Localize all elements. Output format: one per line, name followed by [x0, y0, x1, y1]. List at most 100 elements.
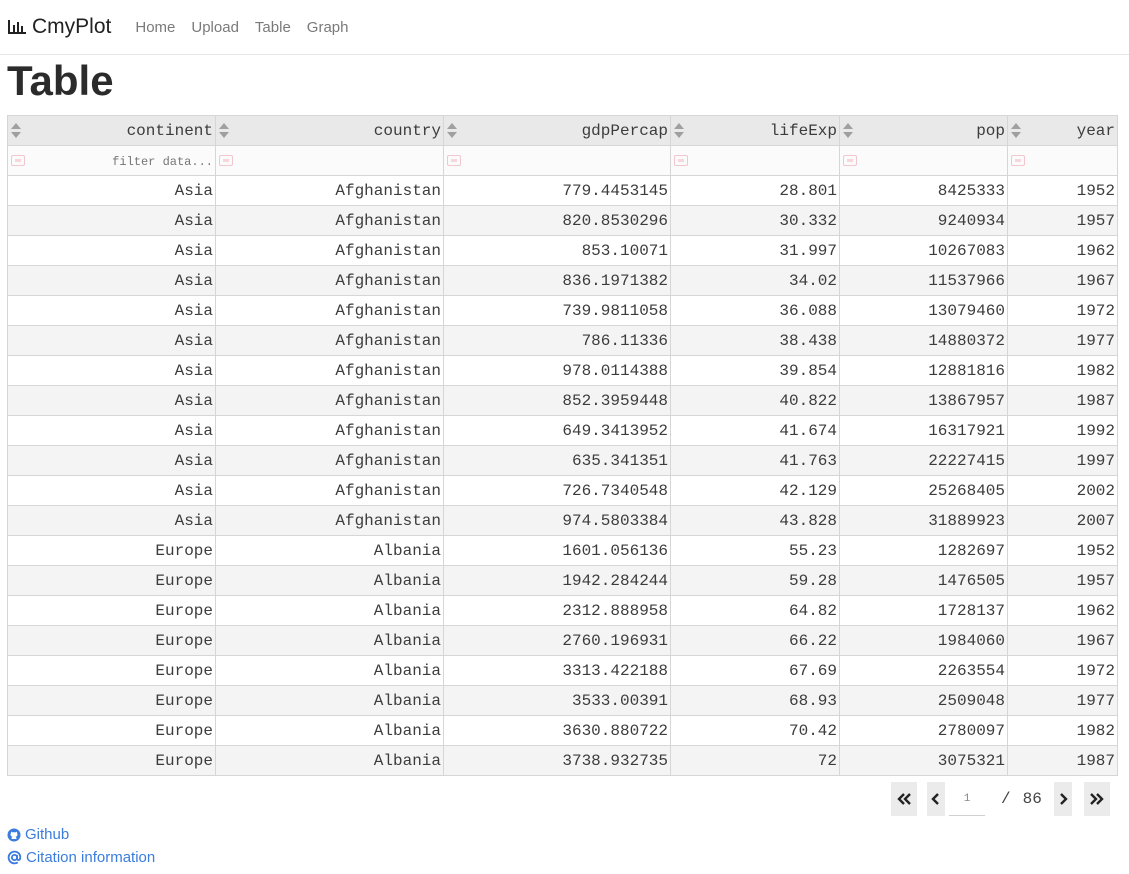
table-cell-lifeExp[interactable]: 41.674: [670, 415, 840, 446]
table-cell-continent[interactable]: Europe: [7, 685, 216, 716]
table-cell-pop[interactable]: 1476505: [839, 565, 1008, 596]
table-cell-gdpPercap[interactable]: 978.0114388: [443, 355, 671, 386]
table-cell-gdpPercap[interactable]: 852.3959448: [443, 385, 671, 416]
table-cell-lifeExp[interactable]: 42.129: [670, 475, 840, 506]
table-cell-gdpPercap[interactable]: 3630.880722: [443, 715, 671, 746]
table-cell-gdpPercap[interactable]: 3313.422188: [443, 655, 671, 686]
table-cell-gdpPercap[interactable]: 739.9811058: [443, 295, 671, 326]
table-cell-pop[interactable]: 13867957: [839, 385, 1008, 416]
table-cell-pop[interactable]: 11537966: [839, 265, 1008, 296]
sort-icon[interactable]: [446, 122, 458, 139]
table-cell-pop[interactable]: 16317921: [839, 415, 1008, 446]
column-header-lifeExp[interactable]: lifeExp: [670, 115, 840, 146]
table-cell-country[interactable]: Afghanistan: [215, 415, 444, 446]
table-cell-year[interactable]: 1972: [1007, 295, 1118, 326]
table-cell-year[interactable]: 1992: [1007, 415, 1118, 446]
table-cell-year[interactable]: 2007: [1007, 505, 1118, 536]
page-number-input[interactable]: [949, 782, 985, 816]
sort-icon[interactable]: [673, 122, 685, 139]
table-cell-lifeExp[interactable]: 55.23: [670, 535, 840, 566]
table-cell-year[interactable]: 1977: [1007, 325, 1118, 356]
table-cell-country[interactable]: Albania: [215, 535, 444, 566]
table-cell-gdpPercap[interactable]: 1601.056136: [443, 535, 671, 566]
table-cell-country[interactable]: Afghanistan: [215, 445, 444, 476]
table-cell-lifeExp[interactable]: 68.93: [670, 685, 840, 716]
table-cell-continent[interactable]: Asia: [7, 265, 216, 296]
table-cell-continent[interactable]: Asia: [7, 295, 216, 326]
table-cell-country[interactable]: Afghanistan: [215, 175, 444, 206]
table-cell-year[interactable]: 1967: [1007, 625, 1118, 656]
table-cell-lifeExp[interactable]: 64.82: [670, 595, 840, 626]
filter-input-country[interactable]: [261, 154, 441, 169]
table-cell-continent[interactable]: Asia: [7, 205, 216, 236]
table-cell-lifeExp[interactable]: 59.28: [670, 565, 840, 596]
table-cell-gdpPercap[interactable]: 786.11336: [443, 325, 671, 356]
table-cell-year[interactable]: 1987: [1007, 745, 1118, 776]
table-cell-continent[interactable]: Asia: [7, 355, 216, 386]
table-cell-year[interactable]: 1952: [1007, 535, 1118, 566]
table-cell-year[interactable]: 1982: [1007, 715, 1118, 746]
table-cell-continent[interactable]: Europe: [7, 595, 216, 626]
table-cell-pop[interactable]: 14880372: [839, 325, 1008, 356]
filter-input-lifeExp[interactable]: [671, 154, 839, 169]
citation-link[interactable]: Citation information: [7, 846, 155, 869]
table-cell-country[interactable]: Afghanistan: [215, 355, 444, 386]
table-cell-year[interactable]: 1962: [1007, 235, 1118, 266]
table-cell-gdpPercap[interactable]: 3533.00391: [443, 685, 671, 716]
table-cell-pop[interactable]: 8425333: [839, 175, 1008, 206]
table-cell-continent[interactable]: Europe: [7, 745, 216, 776]
table-cell-country[interactable]: Afghanistan: [215, 295, 444, 326]
table-cell-gdpPercap[interactable]: 2312.888958: [443, 595, 671, 626]
column-header-continent[interactable]: continent: [7, 115, 216, 146]
table-cell-continent[interactable]: Europe: [7, 535, 216, 566]
table-cell-lifeExp[interactable]: 66.22: [670, 625, 840, 656]
table-cell-pop[interactable]: 13079460: [839, 295, 1008, 326]
column-header-country[interactable]: country: [215, 115, 444, 146]
column-header-gdpPercap[interactable]: gdpPercap: [443, 115, 671, 146]
table-cell-year[interactable]: 1967: [1007, 265, 1118, 296]
table-cell-year[interactable]: 2002: [1007, 475, 1118, 506]
table-cell-gdpPercap[interactable]: 853.10071: [443, 235, 671, 266]
nav-graph[interactable]: Graph: [307, 19, 349, 36]
table-cell-gdpPercap[interactable]: 974.5803384: [443, 505, 671, 536]
table-cell-lifeExp[interactable]: 67.69: [670, 655, 840, 686]
table-cell-pop[interactable]: 1728137: [839, 595, 1008, 626]
table-cell-year[interactable]: 1972: [1007, 655, 1118, 686]
next-page-button[interactable]: [1053, 782, 1072, 816]
table-cell-country[interactable]: Afghanistan: [215, 385, 444, 416]
table-cell-pop[interactable]: 9240934: [839, 205, 1008, 236]
table-cell-lifeExp[interactable]: 40.822: [670, 385, 840, 416]
table-cell-country[interactable]: Afghanistan: [215, 205, 444, 236]
nav-table[interactable]: Table: [255, 19, 291, 36]
first-page-button[interactable]: [891, 782, 917, 816]
table-cell-continent[interactable]: Asia: [7, 415, 216, 446]
table-cell-year[interactable]: 1997: [1007, 445, 1118, 476]
table-cell-lifeExp[interactable]: 38.438: [670, 325, 840, 356]
table-cell-pop[interactable]: 2263554: [839, 655, 1008, 686]
sort-icon[interactable]: [10, 122, 22, 139]
table-cell-year[interactable]: 1952: [1007, 175, 1118, 206]
table-cell-pop[interactable]: 3075321: [839, 745, 1008, 776]
nav-upload[interactable]: Upload: [191, 19, 239, 36]
table-cell-country[interactable]: Albania: [215, 625, 444, 656]
table-cell-gdpPercap[interactable]: 1942.284244: [443, 565, 671, 596]
table-cell-lifeExp[interactable]: 30.332: [670, 205, 840, 236]
github-link[interactable]: Github: [7, 823, 155, 846]
table-cell-country[interactable]: Afghanistan: [215, 475, 444, 506]
table-cell-pop[interactable]: 31889923: [839, 505, 1008, 536]
table-cell-lifeExp[interactable]: 31.997: [670, 235, 840, 266]
table-cell-continent[interactable]: Asia: [7, 475, 216, 506]
table-cell-gdpPercap[interactable]: 836.1971382: [443, 265, 671, 296]
column-header-pop[interactable]: pop: [839, 115, 1008, 146]
table-cell-country[interactable]: Afghanistan: [215, 265, 444, 296]
table-cell-lifeExp[interactable]: 43.828: [670, 505, 840, 536]
table-cell-lifeExp[interactable]: 39.854: [670, 355, 840, 386]
table-cell-gdpPercap[interactable]: 649.3413952: [443, 415, 671, 446]
table-cell-lifeExp[interactable]: 41.763: [670, 445, 840, 476]
table-cell-pop[interactable]: 2780097: [839, 715, 1008, 746]
filter-input-gdpPercap[interactable]: [488, 154, 668, 169]
last-page-button[interactable]: [1083, 782, 1110, 816]
table-cell-gdpPercap[interactable]: 779.4453145: [443, 175, 671, 206]
table-cell-country[interactable]: Albania: [215, 655, 444, 686]
table-cell-pop[interactable]: 2509048: [839, 685, 1008, 716]
